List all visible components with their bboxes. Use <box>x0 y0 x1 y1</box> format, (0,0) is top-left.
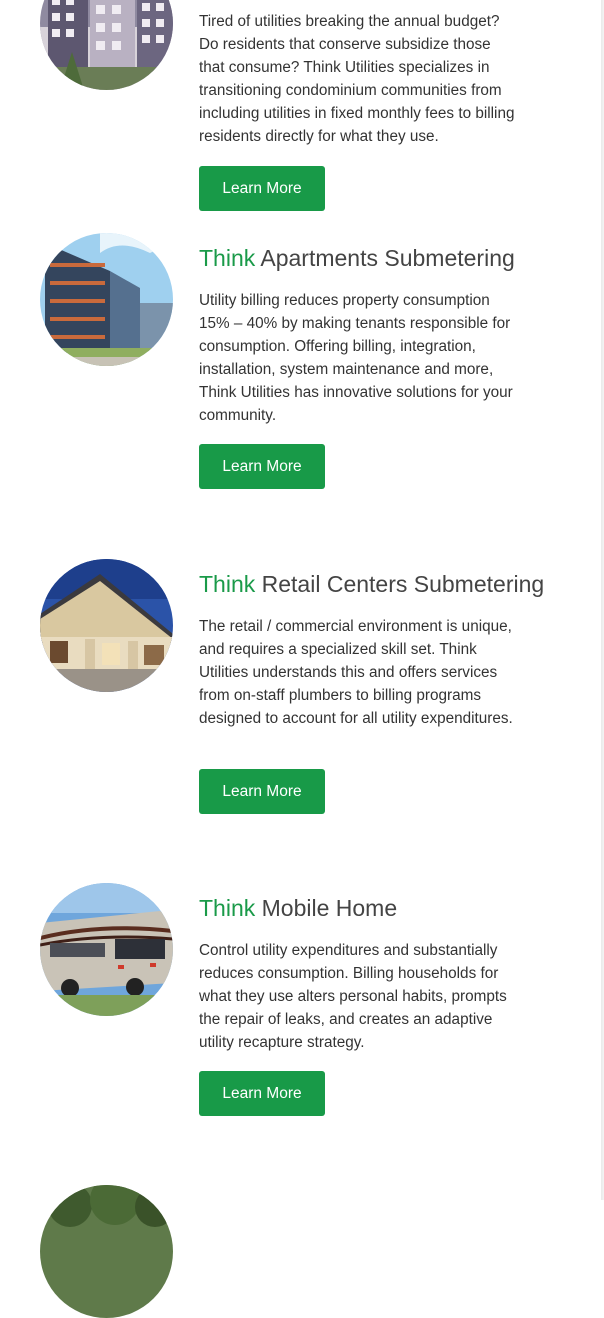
apartment-building-photo <box>40 233 173 366</box>
service-heading: Think Mobile Home <box>199 893 397 923</box>
think-prefix: Think <box>199 895 256 921</box>
service-title: Apartments Submetering <box>260 245 515 271</box>
learn-more-button[interactable]: Learn More <box>199 444 325 489</box>
condominium-building-photo <box>40 0 173 90</box>
retail-center-photo <box>40 559 173 692</box>
trees-photo <box>40 1185 173 1318</box>
think-prefix: Think <box>199 245 256 271</box>
service-description: Utility billing reduces property consump… <box>199 292 513 424</box>
learn-more-button[interactable]: Learn More <box>199 1071 325 1116</box>
think-prefix: Think <box>199 571 256 597</box>
service-description: Tired of utilities breaking the annual b… <box>199 13 515 145</box>
mobile-home-rv-photo <box>40 883 173 1016</box>
service-heading: Think Retail Centers Submetering <box>199 569 544 599</box>
service-title: Retail Centers Submetering <box>261 571 545 597</box>
service-heading: Think Apartments Submetering <box>199 243 515 273</box>
service-description: The retail / commercial environment is u… <box>199 618 513 727</box>
learn-more-button[interactable]: Learn More <box>199 769 325 814</box>
service-title: Mobile Home <box>261 895 398 921</box>
learn-more-button[interactable]: Learn More <box>199 166 325 211</box>
service-description: Control utility expenditures and substan… <box>199 942 507 1051</box>
